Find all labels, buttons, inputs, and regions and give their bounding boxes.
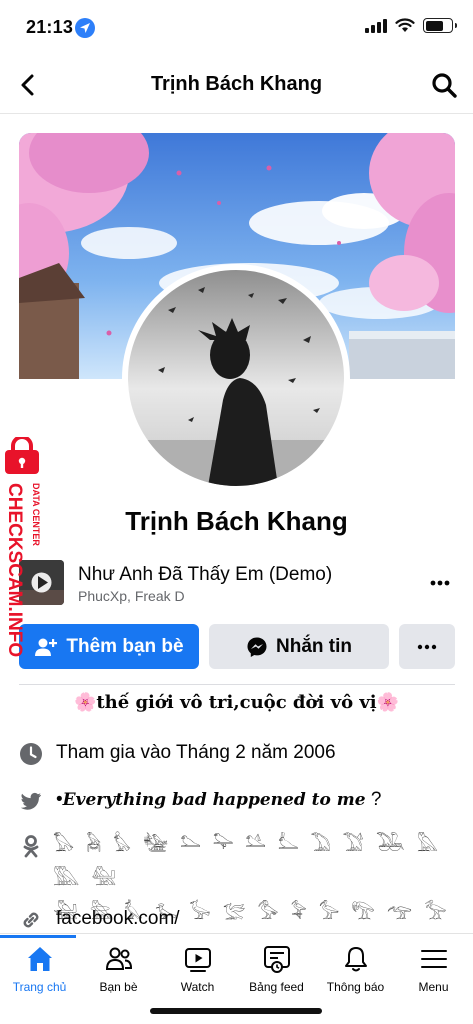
profile-picture[interactable] (122, 264, 350, 492)
twitter-text: Everything bad happened to me (62, 790, 366, 810)
tab-label: Trang chủ (12, 980, 67, 994)
glyph-line-1: 𓅃 𓅉 𓅊 𓅋 𓅌 𓅍 𓅎 𓅏 𓅐 𓅑 𓅒 𓅓 𓅔 𓅕 (53, 834, 442, 890)
more-options-icon[interactable] (429, 572, 451, 594)
link-row[interactable]: facebook.com/ (19, 908, 455, 932)
twitter-row[interactable]: •Everything bad happened to me ? (19, 789, 455, 813)
watermark-main: CHECKSCAM.INFO (4, 483, 25, 657)
status-bar: 21:13 (0, 0, 473, 56)
twitter-suffix: ? (365, 789, 382, 810)
tab-label: Menu (418, 980, 449, 994)
bell-icon (344, 947, 367, 972)
wifi-icon (395, 18, 415, 32)
home-indicator (150, 1008, 322, 1014)
message-button[interactable]: Nhắn tin (209, 624, 389, 669)
friends-icon (105, 947, 132, 970)
twitter-handle[interactable]: •Everything bad happened to me ? (56, 789, 381, 813)
tab-feed[interactable]: Bảng feed (237, 944, 316, 994)
tab-label: Thông báo (326, 980, 385, 994)
active-tab-indicator (0, 935, 76, 938)
joined-row: Tham gia vào Tháng 2 năm 2006 (19, 742, 455, 766)
tab-label: Bảng feed (249, 980, 304, 994)
avatar[interactable] (128, 270, 344, 486)
twitter-bullet: • (56, 789, 63, 810)
status-time: 21:13 (26, 17, 74, 37)
odnoklassniki-icon (23, 835, 39, 858)
message-label: Nhắn tin (276, 635, 352, 657)
watch-icon (184, 948, 211, 972)
bio-text: 🌸thế giới vô tri,cuộc đời vô vị🌸 (73, 692, 400, 713)
profile-music[interactable]: Như Anh Đã Thấy Em (Demo) PhucXp, Freak … (19, 560, 455, 608)
tab-label: Bạn bè (99, 980, 138, 994)
joined-text: Tham gia vào Tháng 2 năm 2006 (56, 742, 336, 763)
home-icon (27, 947, 52, 971)
clock-icon (20, 743, 42, 765)
song-artist: PhucXp, Freak D (78, 588, 185, 604)
profile-header: Trịnh Bách Khang (0, 56, 473, 114)
twitter-icon (20, 792, 41, 810)
tab-home[interactable]: Trang chủ (0, 944, 79, 994)
watermark: CHECKSCAM.INFO DATA CENTER (3, 435, 53, 667)
tab-watch[interactable]: Watch (158, 944, 237, 994)
battery-level (425, 20, 443, 31)
watermark-sub: DATA CENTER (31, 483, 41, 546)
menu-icon (420, 950, 447, 968)
profile-link[interactable]: facebook.com/ (56, 908, 180, 932)
back-arrow-icon[interactable] (14, 71, 42, 99)
link-icon (23, 912, 39, 928)
messenger-icon (247, 637, 267, 657)
cellular-signal-icon (365, 18, 387, 33)
location-arrow-icon (75, 18, 95, 38)
search-icon[interactable] (429, 70, 459, 100)
tab-menu[interactable]: Menu (394, 944, 473, 994)
divider (19, 684, 455, 685)
status-indicators (365, 18, 457, 33)
tab-friends[interactable]: Bạn bè (79, 944, 158, 994)
add-friend-label: Thêm bạn bè (66, 635, 184, 657)
profile-name: Trịnh Bách Khang (125, 506, 348, 536)
tab-notifications[interactable]: Thông báo (316, 944, 395, 994)
tab-label: Watch (180, 980, 215, 994)
page-title: Trịnh Bách Khang (150, 73, 323, 95)
more-actions-button[interactable] (399, 624, 455, 669)
more-icon (417, 644, 437, 649)
battery-icon (423, 18, 457, 33)
feed-icon (263, 946, 290, 973)
song-title[interactable]: Như Anh Đã Thấy Em (Demo) (78, 564, 332, 586)
